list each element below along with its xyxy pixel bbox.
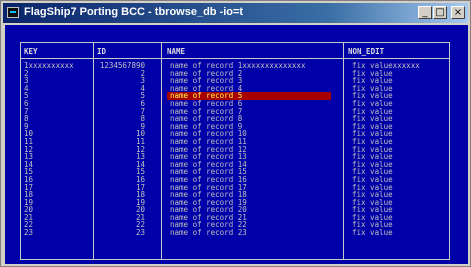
maximize-button[interactable]: □ — [433, 6, 447, 19]
console-area: KEY ID NAME NON_EDIT 1xxxxxxxxxx 12345678… — [5, 25, 468, 264]
table-row[interactable]: 23 23 name of record 23 fix value — [21, 229, 449, 237]
cell-id-wrap: 23 — [96, 229, 145, 237]
cell-id[interactable]: 1234567890 — [100, 62, 145, 70]
header-separator — [21, 58, 449, 59]
cell-id-wrap: 1234567890 — [96, 62, 145, 70]
column-header-key[interactable]: KEY — [24, 47, 38, 56]
column-header-id[interactable]: ID — [97, 47, 106, 56]
title-bar[interactable]: FlagShip7 Porting BCC - tbrowse_db -io=t… — [3, 3, 468, 23]
cell-id-wrap: 6 — [96, 100, 145, 108]
console-app-icon[interactable] — [7, 7, 19, 18]
minimize-button[interactable]: _ — [418, 6, 432, 19]
close-button[interactable]: × — [451, 6, 465, 19]
cell-id-wrap: 5 — [96, 92, 145, 100]
cell-id-wrap: 7 — [96, 107, 145, 116]
cell-non-edit[interactable]: fix value — [352, 229, 393, 237]
column-header-name[interactable]: NAME — [167, 47, 185, 56]
cell-id-wrap: 8 — [96, 115, 145, 123]
cell-name[interactable]: name of record 23 — [170, 229, 247, 237]
cell-key[interactable]: 23 — [24, 229, 33, 237]
column-header-non-edit[interactable]: NON_EDIT — [348, 47, 384, 56]
cell-key[interactable]: 1xxxxxxxxxx — [24, 62, 74, 70]
cell-id-wrap: 4 — [96, 85, 145, 93]
cell-id-wrap: 3 — [96, 77, 145, 85]
window-title: FlagShip7 Porting BCC - tbrowse_db -io=t — [24, 6, 244, 18]
table-body: 1xxxxxxxxxx 1234567890 name of record 1xxx… — [21, 62, 449, 237]
cell-id[interactable]: 23 — [136, 229, 145, 237]
app-window: FlagShip7 Porting BCC - tbrowse_db -io=t… — [0, 0, 471, 267]
browse-table: KEY ID NAME NON_EDIT 1xxxxxxxxxx 12345678… — [20, 42, 450, 260]
cell-id-wrap: 2 — [96, 69, 145, 78]
